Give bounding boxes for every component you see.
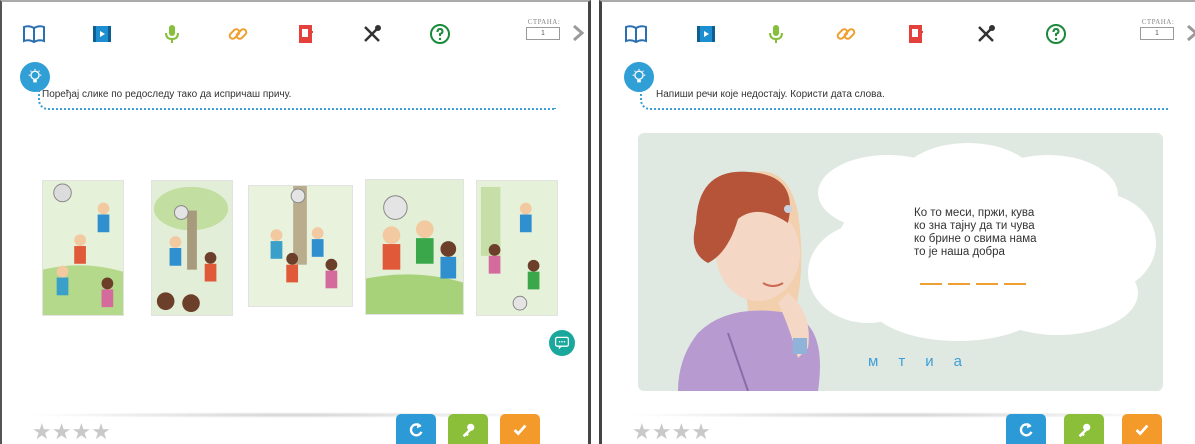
star-rating: ★★★★ [632, 419, 711, 444]
document-icon[interactable] [904, 22, 928, 46]
instruction-text: Поређај слике по редоследу тако да испри… [42, 89, 292, 100]
letter-tile[interactable]: м [868, 353, 878, 370]
tools-icon[interactable] [360, 22, 384, 46]
letter-tile[interactable]: и [925, 353, 933, 370]
poem-line: ко зна тајну да ти чува [914, 220, 1035, 232]
solution-key-button[interactable] [1064, 414, 1104, 444]
link-icon[interactable] [834, 22, 858, 46]
retry-button[interactable] [396, 414, 436, 444]
next-page-arrow-icon[interactable] [570, 22, 586, 44]
toolbar [2, 22, 588, 50]
page-label: СТРАНА: [527, 18, 561, 26]
film-icon[interactable] [694, 22, 718, 46]
link-icon[interactable] [226, 22, 250, 46]
check-button[interactable] [1122, 414, 1162, 444]
book-icon[interactable] [22, 22, 46, 46]
answer-blank[interactable] [920, 283, 942, 285]
document-icon[interactable] [294, 22, 318, 46]
page-number-input[interactable]: 1 [1140, 27, 1174, 40]
answer-blanks [920, 283, 1026, 285]
right-exercise-panel: СТРАНА: 1 Напиши речи које недостају. Ко… [599, 0, 1195, 444]
answer-blank[interactable] [948, 283, 970, 285]
page-number-input[interactable]: 1 [526, 27, 560, 40]
story-image-4[interactable] [365, 179, 464, 315]
answer-blank[interactable] [976, 283, 998, 285]
book-icon[interactable] [624, 22, 648, 46]
chat-bubble-icon[interactable] [549, 330, 575, 356]
story-image-3[interactable] [248, 185, 353, 307]
left-exercise-panel: СТРАНА: 1 Поређај слике по редоследу так… [0, 0, 591, 444]
film-icon[interactable] [90, 22, 114, 46]
story-image-5[interactable] [476, 180, 558, 316]
letter-tiles: м т и а [868, 353, 962, 370]
toolbar [602, 22, 1195, 50]
poem-text: Ко то меси, пржи, кува ко зна тајну да т… [914, 207, 1037, 259]
help-icon[interactable] [428, 22, 452, 46]
microphone-icon[interactable] [160, 22, 184, 46]
next-page-arrow-icon[interactable] [1184, 22, 1195, 44]
answer-blank[interactable] [1004, 283, 1026, 285]
solution-key-button[interactable] [448, 414, 488, 444]
poem-line: Ко то меси, пржи, кува [914, 207, 1035, 219]
story-image-2[interactable] [151, 180, 233, 316]
help-icon[interactable] [1044, 22, 1068, 46]
instruction-text: Напиши речи које недостају. Користи дата… [656, 89, 885, 100]
page-indicator: СТРАНА: 1 [1140, 18, 1176, 40]
microphone-icon[interactable] [764, 22, 788, 46]
story-image-1[interactable] [42, 180, 124, 316]
poem-line: ко брине о свима нама [914, 233, 1037, 245]
letter-tile[interactable]: а [954, 353, 962, 370]
page-label: СТРАНА: [1141, 18, 1175, 26]
exercise-scene: Ко то меси, пржи, кува ко зна тајну да т… [638, 133, 1163, 391]
retry-button[interactable] [1006, 414, 1046, 444]
star-rating: ★★★★ [32, 419, 111, 444]
check-button[interactable] [500, 414, 540, 444]
tools-icon[interactable] [974, 22, 998, 46]
page-indicator: СТРАНА: 1 [526, 18, 562, 40]
letter-tile[interactable]: т [898, 353, 905, 370]
poem-line: то је наша добра [914, 246, 1005, 258]
